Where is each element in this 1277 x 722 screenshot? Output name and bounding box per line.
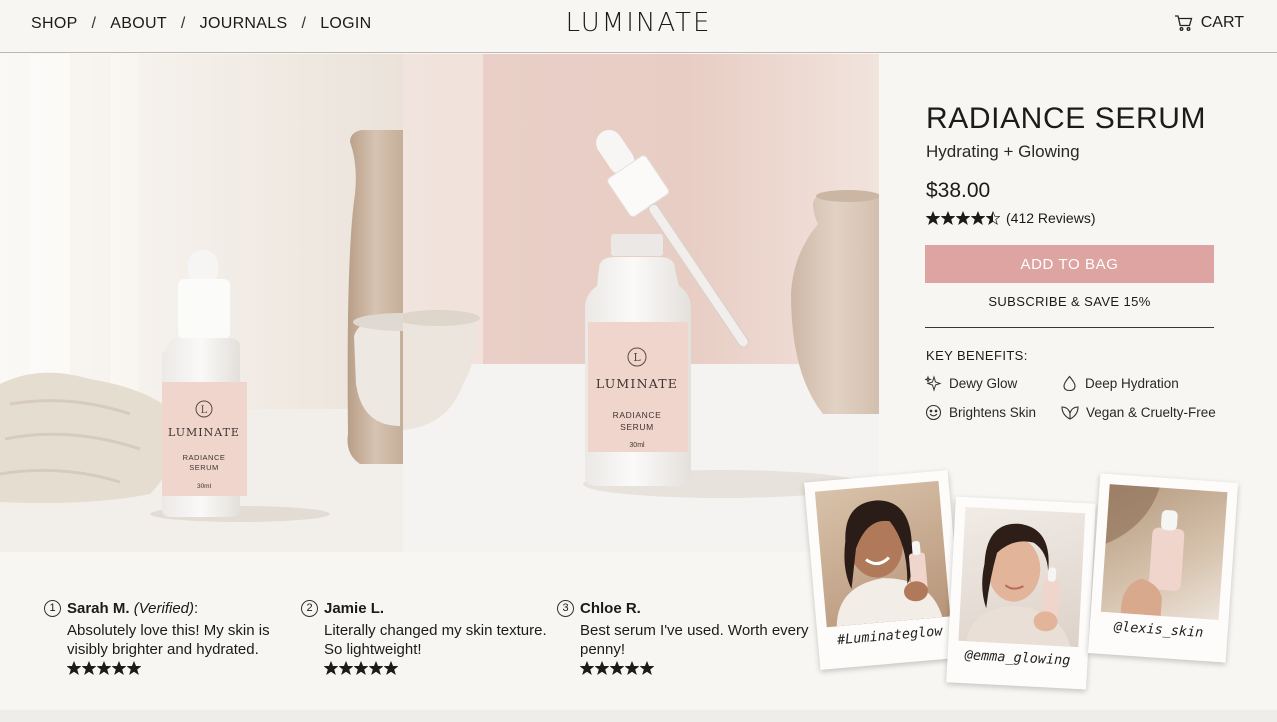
cart-label: CART (1200, 14, 1244, 31)
bottle-brand: LUMINATE (596, 376, 678, 391)
product-image-center[interactable]: L LUMINATE RADIANCE SERUM 30ml (403, 54, 879, 552)
ugc-image (814, 480, 951, 628)
nav-shop-link[interactable]: SHOP (31, 15, 78, 33)
review-stars (324, 661, 398, 675)
ugc-image (958, 506, 1086, 648)
ugc-photo-3[interactable]: @lexis_skin (1087, 473, 1239, 663)
leaf-icon (1061, 406, 1079, 420)
product-photo-center: L LUMINATE RADIANCE SERUM 30ml (403, 54, 879, 552)
bottle-name-line1: RADIANCE (613, 410, 662, 420)
benefit-label: Dewy Glow (949, 376, 1018, 391)
star-icon (580, 661, 594, 675)
star-icon (640, 661, 654, 675)
ugc-image (1100, 484, 1228, 620)
review-author: Chloe R. (580, 600, 641, 617)
nav-separator: / (180, 15, 186, 32)
star-icon (956, 211, 970, 225)
star-icon (339, 661, 353, 675)
review-number: 3 (557, 600, 574, 617)
ugc-caption: #Luminateglow (836, 623, 944, 649)
bottle-name-line2: SERUM (189, 463, 219, 472)
star-icon (97, 661, 111, 675)
star-icon (986, 211, 1000, 225)
benefit-label: Deep Hydration (1085, 376, 1179, 391)
star-icon (384, 661, 398, 675)
star-icon (610, 661, 624, 675)
bottle-monogram: L (201, 405, 208, 416)
star-icon (67, 661, 81, 675)
nav-about-link[interactable]: ABOUT (110, 15, 167, 33)
product-price: $38.00 (926, 179, 991, 202)
product-subtitle: Hydrating + Glowing (926, 142, 1080, 161)
product-photo-left: L LUMINATE RADIANCE SERUM 30ml (0, 54, 403, 552)
review-text: Best serum I've used. Worth every penny! (580, 622, 809, 658)
bottle-name-line2: SERUM (620, 422, 654, 432)
ugc-photo-2[interactable]: @emma_glowing (946, 496, 1096, 690)
key-benefits-heading: KEY BENEFITS: (926, 348, 1028, 363)
nav-journals-link[interactable]: JOURNALS (200, 15, 288, 33)
product-rating[interactable]: (412 Reviews) (926, 210, 1095, 226)
cart-button[interactable]: CART (1174, 14, 1244, 32)
benefit-dewy-glow: Dewy Glow (925, 375, 1017, 392)
add-to-bag-button[interactable]: ADD TO BAG (925, 245, 1214, 283)
rating-stars (926, 211, 1000, 225)
benefit-vegan: Vegan & Cruelty-Free (1061, 404, 1216, 421)
review-number: 1 (44, 600, 61, 617)
ugc-caption: @emma_glowing (964, 647, 1071, 669)
review-card-1: 1 Sarah M. (Verified): Absolutely love t… (44, 599, 297, 678)
star-icon (369, 661, 383, 675)
star-icon (82, 661, 96, 675)
sparkle-icon (925, 375, 942, 392)
review-stars (580, 661, 654, 675)
bottle-volume: 30ml (197, 483, 212, 490)
star-icon (354, 661, 368, 675)
review-text: Literally changed my skin texture. So li… (324, 622, 547, 658)
bottle-brand: LUMINATE (168, 426, 240, 439)
nav-links: SHOP / ABOUT / JOURNALS / LOGIN (31, 15, 371, 33)
benefit-brightens-skin: Brightens Skin (925, 404, 1036, 421)
benefit-deep-hydration: Deep Hydration (1061, 375, 1179, 392)
review-colon: : (194, 600, 199, 617)
ugc-photo-1[interactable]: #Luminateglow (804, 470, 964, 670)
footer-strip (0, 710, 1277, 722)
benefit-label: Vegan & Cruelty-Free (1086, 405, 1216, 420)
smile-icon (925, 404, 942, 421)
star-icon (595, 661, 609, 675)
review-number: 2 (301, 600, 318, 617)
top-navigation: SHOP / ABOUT / JOURNALS / LOGIN LUMINATE… (0, 0, 1277, 53)
product-image-left[interactable]: L LUMINATE RADIANCE SERUM 30ml (0, 54, 403, 552)
divider (925, 327, 1214, 328)
review-author: Jamie L. (324, 600, 385, 617)
star-icon (127, 661, 141, 675)
bottle-volume: 30ml (629, 442, 645, 449)
review-text: Absolutely love this! My skin is visibly… (67, 622, 270, 658)
bottle-monogram: L (633, 351, 641, 364)
benefit-label: Brightens Skin (949, 405, 1037, 420)
star-icon (941, 211, 955, 225)
star-icon (625, 661, 639, 675)
product-title: RADIANCE SERUM (926, 102, 1207, 135)
star-icon (112, 661, 126, 675)
reviews-count[interactable]: (412 Reviews) (1006, 210, 1095, 226)
star-icon (926, 211, 940, 225)
star-icon (971, 211, 985, 225)
review-stars (67, 661, 141, 675)
droplet-icon (1063, 375, 1076, 392)
nav-login-link[interactable]: LOGIN (320, 15, 371, 33)
brand-logo[interactable]: LUMINATE (566, 8, 712, 38)
ugc-caption: @lexis_skin (1113, 618, 1204, 641)
review-card-3: 3 Chloe R. Best serum I've used. Worth e… (557, 599, 810, 678)
nav-separator: / (91, 15, 97, 32)
nav-separator: / (301, 15, 307, 32)
bottle-name-line1: RADIANCE (183, 453, 226, 462)
cart-icon (1174, 15, 1193, 31)
review-card-2: 2 Jamie L. Literally changed my skin tex… (301, 599, 554, 678)
review-author: Sarah M. (67, 600, 130, 617)
verified-badge: (Verified) (133, 600, 194, 617)
star-icon (324, 661, 338, 675)
subscribe-save-link[interactable]: SUBSCRIBE & SAVE 15% (925, 294, 1214, 309)
